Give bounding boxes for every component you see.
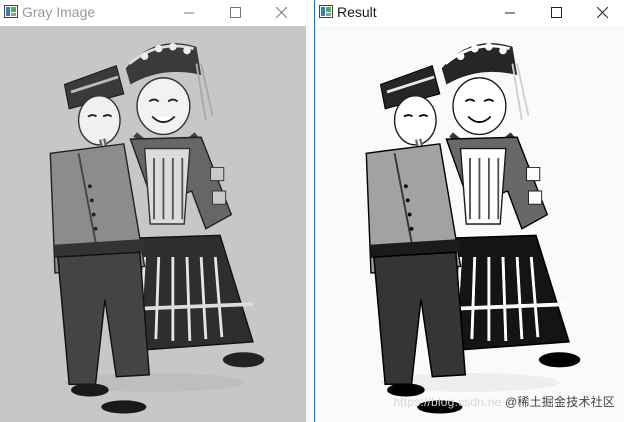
close-icon [596,7,608,18]
result-window: Result https://blog.csdn.ne @稀土掘金技术社区 [314,0,624,422]
title-bar[interactable]: Result [315,0,624,25]
title-bar[interactable]: Gray Image [0,0,311,25]
maximize-icon [550,7,562,18]
gray-image-window: Gray Image [0,0,311,422]
result-image-canvas [315,26,624,422]
window-title: Result [337,4,377,20]
minimize-icon [184,12,194,13]
opencv-window-icon [4,5,18,18]
gray-image-canvas [0,26,308,422]
watermark: https://blog.csdn.ne @稀土掘金技术社区 [393,393,615,410]
watermark-site: @稀土掘金技术社区 [505,395,615,409]
close-icon [275,7,287,18]
opencv-window-icon [319,5,333,18]
minimize-button[interactable] [487,0,533,25]
maximize-icon [229,7,241,18]
close-button[interactable] [258,0,304,25]
maximize-button[interactable] [212,0,258,25]
maximize-button[interactable] [533,0,579,25]
minimize-icon [505,12,515,13]
minimize-button[interactable] [166,0,212,25]
watermark-url: https://blog.csdn.ne [393,395,502,409]
result-illustration [315,26,624,422]
close-button[interactable] [579,0,624,25]
window-title: Gray Image [22,4,96,20]
gray-illustration [0,26,308,422]
